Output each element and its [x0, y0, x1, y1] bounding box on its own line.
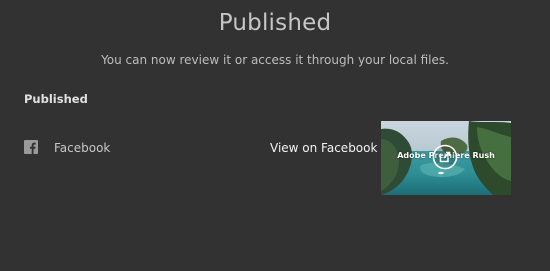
publish-dialog: Published You can now review it or acces… — [0, 0, 550, 271]
page-title: Published — [218, 10, 332, 36]
published-section-heading: Published — [24, 92, 88, 106]
video-thumbnail[interactable]: Adobe Premiere Rush — [381, 121, 511, 195]
facebook-icon — [24, 140, 38, 154]
platform-label: Facebook — [54, 141, 111, 155]
page-subtitle: You can now review it or access it throu… — [101, 53, 449, 67]
open-external-icon[interactable] — [432, 144, 458, 170]
view-on-facebook-link[interactable]: View on Facebook — [270, 141, 377, 155]
